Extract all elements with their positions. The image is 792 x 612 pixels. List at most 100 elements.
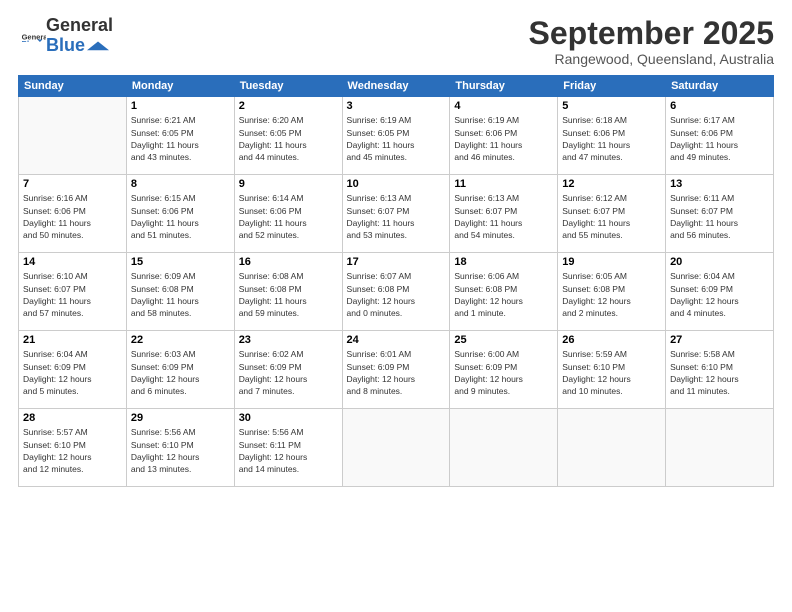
day-number: 19 xyxy=(562,256,661,268)
day-info: Sunrise: 6:17 AMSunset: 6:06 PMDaylight:… xyxy=(670,114,769,163)
day-info: Sunrise: 6:19 AMSunset: 6:06 PMDaylight:… xyxy=(454,114,553,163)
day-number: 28 xyxy=(23,412,122,424)
day-number: 5 xyxy=(562,100,661,112)
weekday-header: Monday xyxy=(126,76,234,97)
day-number: 12 xyxy=(562,178,661,190)
day-info: Sunrise: 5:59 AMSunset: 6:10 PMDaylight:… xyxy=(562,348,661,397)
calendar-week-row: 7 Sunrise: 6:16 AMSunset: 6:06 PMDaylight… xyxy=(19,175,774,253)
day-info: Sunrise: 6:19 AMSunset: 6:05 PMDaylight:… xyxy=(347,114,446,163)
calendar-cell: 25Sunrise: 6:00 AMSunset: 6:09 PMDayligh… xyxy=(450,331,558,409)
day-info: Sunrise: 6:20 AMSunset: 6:05 PMDaylight:… xyxy=(239,114,338,163)
day-number: 22 xyxy=(131,334,230,346)
calendar-cell xyxy=(450,409,558,487)
day-info: Sunrise: 6:04 AMSunset: 6:09 PMDaylight:… xyxy=(23,348,122,397)
calendar-cell: 18Sunrise: 6:06 AMSunset: 6:08 PMDayligh… xyxy=(450,253,558,331)
day-info: Sunrise: 6:13 AMSunset: 6:07 PMDaylight:… xyxy=(454,192,553,241)
calendar-cell: 1Sunrise: 6:21 AMSunset: 6:05 PMDaylight… xyxy=(126,97,234,175)
calendar-header-row: SundayMondayTuesdayWednesdayThursdayFrid… xyxy=(19,76,774,97)
day-info: Sunrise: 6:21 AMSunset: 6:05 PMDaylight:… xyxy=(131,114,230,163)
day-number: 18 xyxy=(454,256,553,268)
day-number: 26 xyxy=(562,334,661,346)
day-number: 10 xyxy=(347,178,446,190)
day-info: Sunrise: 6:18 AMSunset: 6:06 PMDaylight:… xyxy=(562,114,661,163)
page: General Blue General Blue September 2025… xyxy=(0,0,792,612)
day-info: Sunrise: 6:08 AMSunset: 6:08 PMDaylight:… xyxy=(239,270,338,319)
logo-blue: Blue xyxy=(46,36,85,56)
logo-general: General xyxy=(46,16,113,36)
logo-icon: General Blue xyxy=(18,32,46,42)
svg-text:Blue: Blue xyxy=(22,39,38,42)
day-info: Sunrise: 6:10 AMSunset: 6:07 PMDaylight:… xyxy=(23,270,122,319)
day-number: 30 xyxy=(239,412,338,424)
calendar-cell: 7 Sunrise: 6:16 AMSunset: 6:06 PMDaylight… xyxy=(19,175,127,253)
title-section: September 2025 Rangewood, Queensland, Au… xyxy=(529,16,774,67)
day-number: 11 xyxy=(454,178,553,190)
calendar-cell: 14 Sunrise: 6:10 AMSunset: 6:07 PMDayligh… xyxy=(19,253,127,331)
month-title: September 2025 xyxy=(529,16,774,51)
day-number: 8 xyxy=(131,178,230,190)
calendar-cell: 4 Sunrise: 6:19 AMSunset: 6:06 PMDaylight… xyxy=(450,97,558,175)
day-number: 21 xyxy=(23,334,122,346)
day-info: Sunrise: 6:15 AMSunset: 6:06 PMDaylight:… xyxy=(131,192,230,241)
day-info: Sunrise: 6:04 AMSunset: 6:09 PMDaylight:… xyxy=(670,270,769,319)
calendar-cell: 9 Sunrise: 6:14 AMSunset: 6:06 PMDaylight… xyxy=(234,175,342,253)
calendar-cell xyxy=(666,409,774,487)
day-number: 4 xyxy=(454,100,553,112)
calendar-cell xyxy=(558,409,666,487)
day-number: 15 xyxy=(131,256,230,268)
day-info: Sunrise: 6:13 AMSunset: 6:07 PMDaylight:… xyxy=(347,192,446,241)
calendar-cell: 19 Sunrise: 6:05 AMSunset: 6:08 PMDayligh… xyxy=(558,253,666,331)
calendar-cell: 26 Sunrise: 5:59 AMSunset: 6:10 PMDayligh… xyxy=(558,331,666,409)
calendar-cell xyxy=(342,409,450,487)
day-info: Sunrise: 6:05 AMSunset: 6:08 PMDaylight:… xyxy=(562,270,661,319)
calendar-week-row: 1Sunrise: 6:21 AMSunset: 6:05 PMDaylight… xyxy=(19,97,774,175)
day-info: Sunrise: 6:09 AMSunset: 6:08 PMDaylight:… xyxy=(131,270,230,319)
day-info: Sunrise: 6:12 AMSunset: 6:07 PMDaylight:… xyxy=(562,192,661,241)
calendar-cell: 11 Sunrise: 6:13 AMSunset: 6:07 PMDayligh… xyxy=(450,175,558,253)
calendar-cell: 2 Sunrise: 6:20 AMSunset: 6:05 PMDaylight… xyxy=(234,97,342,175)
calendar-cell: 29Sunrise: 5:56 AMSunset: 6:10 PMDayligh… xyxy=(126,409,234,487)
weekday-header: Sunday xyxy=(19,76,127,97)
calendar-week-row: 21 Sunrise: 6:04 AMSunset: 6:09 PMDayligh… xyxy=(19,331,774,409)
day-number: 6 xyxy=(670,100,769,112)
calendar-cell xyxy=(19,97,127,175)
day-number: 14 xyxy=(23,256,122,268)
calendar-cell: 13 Sunrise: 6:11 AMSunset: 6:07 PMDayligh… xyxy=(666,175,774,253)
logo-arrow-icon xyxy=(87,41,109,53)
day-info: Sunrise: 6:11 AMSunset: 6:07 PMDaylight:… xyxy=(670,192,769,241)
calendar-cell: 10 Sunrise: 6:13 AMSunset: 6:07 PMDayligh… xyxy=(342,175,450,253)
calendar-cell: 30Sunrise: 5:56 AMSunset: 6:11 PMDayligh… xyxy=(234,409,342,487)
weekday-header: Thursday xyxy=(450,76,558,97)
calendar-cell: 17 Sunrise: 6:07 AMSunset: 6:08 PMDayligh… xyxy=(342,253,450,331)
calendar-cell: 21 Sunrise: 6:04 AMSunset: 6:09 PMDayligh… xyxy=(19,331,127,409)
calendar-cell: 20 Sunrise: 6:04 AMSunset: 6:09 PMDayligh… xyxy=(666,253,774,331)
day-number: 23 xyxy=(239,334,338,346)
calendar-table: SundayMondayTuesdayWednesdayThursdayFrid… xyxy=(18,75,774,487)
day-info: Sunrise: 5:57 AMSunset: 6:10 PMDaylight:… xyxy=(23,426,122,475)
day-info: Sunrise: 6:14 AMSunset: 6:06 PMDaylight:… xyxy=(239,192,338,241)
day-number: 2 xyxy=(239,100,338,112)
day-number: 7 xyxy=(23,178,122,190)
logo: General Blue General Blue xyxy=(18,16,113,56)
day-info: Sunrise: 6:01 AMSunset: 6:09 PMDaylight:… xyxy=(347,348,446,397)
calendar-cell: 22 Sunrise: 6:03 AMSunset: 6:09 PMDayligh… xyxy=(126,331,234,409)
day-number: 24 xyxy=(347,334,446,346)
day-number: 20 xyxy=(670,256,769,268)
calendar-cell: 12 Sunrise: 6:12 AMSunset: 6:07 PMDayligh… xyxy=(558,175,666,253)
day-number: 9 xyxy=(239,178,338,190)
calendar-cell: 23Sunrise: 6:02 AMSunset: 6:09 PMDayligh… xyxy=(234,331,342,409)
header: General Blue General Blue September 2025… xyxy=(18,16,774,67)
calendar-cell: 5 Sunrise: 6:18 AMSunset: 6:06 PMDaylight… xyxy=(558,97,666,175)
day-number: 13 xyxy=(670,178,769,190)
day-number: 17 xyxy=(347,256,446,268)
day-info: Sunrise: 6:03 AMSunset: 6:09 PMDaylight:… xyxy=(131,348,230,397)
calendar-cell: 27Sunrise: 5:58 AMSunset: 6:10 PMDayligh… xyxy=(666,331,774,409)
day-info: Sunrise: 6:16 AMSunset: 6:06 PMDaylight:… xyxy=(23,192,122,241)
day-info: Sunrise: 6:07 AMSunset: 6:08 PMDaylight:… xyxy=(347,270,446,319)
weekday-header: Wednesday xyxy=(342,76,450,97)
weekday-header: Friday xyxy=(558,76,666,97)
calendar-cell: 28 Sunrise: 5:57 AMSunset: 6:10 PMDayligh… xyxy=(19,409,127,487)
calendar-cell: 24 Sunrise: 6:01 AMSunset: 6:09 PMDayligh… xyxy=(342,331,450,409)
calendar-week-row: 14 Sunrise: 6:10 AMSunset: 6:07 PMDayligh… xyxy=(19,253,774,331)
calendar-week-row: 28 Sunrise: 5:57 AMSunset: 6:10 PMDayligh… xyxy=(19,409,774,487)
